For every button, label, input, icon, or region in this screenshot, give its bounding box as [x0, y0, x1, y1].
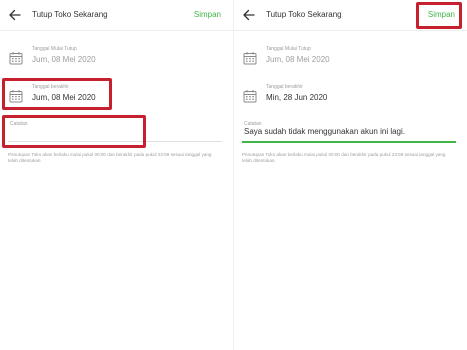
page-title: Tutup Toko Sekarang: [32, 10, 108, 19]
note-input[interactable]: Saya sudah tidak menggunakan akun ini la…: [242, 127, 456, 141]
arrow-left-icon[interactable]: [242, 8, 256, 22]
calendar-icon: [9, 52, 23, 65]
start-date-label: Tanggal Mulai Tutup: [266, 46, 311, 52]
start-date-value: Jum, 08 Mei 2020: [266, 55, 330, 64]
app-bar: Tutup Toko Sekarang Simpan: [0, 0, 233, 31]
highlight-save-button: [416, 2, 462, 29]
note-field[interactable]: Catatan Saya sudah tidak menggunakan aku…: [242, 120, 456, 143]
highlight-end-date: [2, 78, 112, 110]
end-date-field[interactable]: Tanggal berakhir Min, 28 Jun 2020: [234, 83, 467, 111]
highlight-note-field: [2, 115, 146, 148]
app-bar-divider: [234, 30, 467, 31]
app-bar-divider: [0, 30, 233, 31]
close-shop-form-left: Tutup Toko Sekarang Simpan Tanggal Mulai…: [0, 0, 233, 350]
close-shop-form-right: Tutup Toko Sekarang Simpan Tanggal Mulai…: [234, 0, 467, 350]
note-underline: [242, 141, 456, 143]
start-date-label: Tanggal Mulai Tutup: [32, 46, 77, 52]
start-date-field[interactable]: Tanggal Mulai Tutup Jum, 08 Mei 2020: [234, 45, 467, 73]
closing-info-text: Penutupan Toko akan berlaku mulai pukul …: [242, 152, 446, 163]
start-date-field[interactable]: Tanggal Mulai Tutup Jum, 08 Mei 2020: [0, 45, 233, 73]
end-date-label: Tanggal berakhir: [266, 84, 303, 90]
page-title: Tutup Toko Sekarang: [266, 10, 342, 19]
start-date-value: Jum, 08 Mei 2020: [32, 55, 96, 64]
closing-info-text: Penutupan Toko akan berlaku mulai pukul …: [8, 152, 212, 163]
arrow-left-icon[interactable]: [8, 8, 22, 22]
save-button[interactable]: Simpan: [194, 10, 221, 19]
end-date-value: Min, 28 Jun 2020: [266, 93, 328, 102]
calendar-icon: [243, 52, 257, 65]
calendar-icon: [243, 90, 257, 103]
